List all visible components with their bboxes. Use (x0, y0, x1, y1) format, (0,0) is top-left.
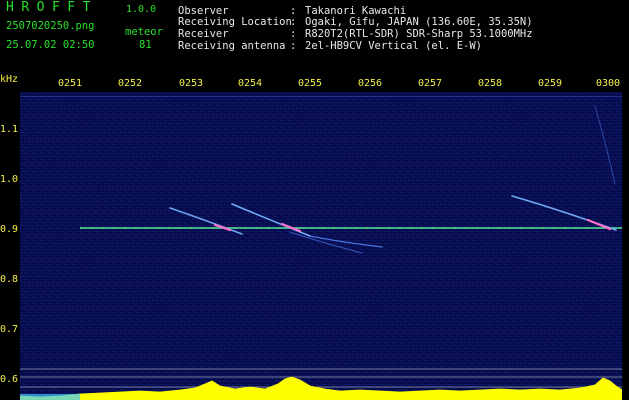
spectrogram (20, 92, 622, 400)
meteor-echo (231, 203, 383, 248)
frequency-axis: kHz 1.1 1.0 0.9 0.8 0.7 0.6 (0, 0, 20, 400)
signal-power-trace (20, 376, 622, 400)
receiver-label: Receiver (178, 28, 229, 40)
app-version: 1.0.0 (126, 4, 157, 15)
detection-label: meteor (125, 26, 163, 38)
time-tick-label: 0256 (358, 78, 383, 89)
signal-power-baseline (20, 394, 80, 400)
time-tick-label: 0259 (538, 78, 563, 89)
meteor-echo (511, 195, 617, 231)
separator: : (290, 40, 297, 52)
separator: : (290, 28, 297, 40)
antenna-label: Receiving antenna (178, 40, 286, 52)
freq-tick-label: 0.7 (0, 324, 19, 335)
freq-tick-label: 0.6 (0, 374, 19, 385)
freq-tick-label: 1.1 (0, 124, 19, 135)
separator: : (290, 16, 297, 28)
freq-tick-label: 0.9 (0, 224, 19, 235)
meteor-echo (594, 105, 616, 185)
time-tick-label: 0254 (238, 78, 263, 89)
time-tick-label: 0300 (596, 78, 621, 89)
time-tick-label: 0257 (418, 78, 443, 89)
time-tick-label: 0255 (298, 78, 323, 89)
detection-count: 81 (139, 39, 152, 51)
time-tick-label: 0251 (58, 78, 83, 89)
time-tick-label: 0253 (179, 78, 204, 89)
time-axis: 0251 0252 0253 0254 0255 0256 0257 0258 … (0, 78, 629, 92)
minute-tick-row (20, 96, 622, 97)
time-tick-label: 0258 (478, 78, 503, 89)
meteor-echo (169, 207, 243, 235)
freq-tick-label: 1.0 (0, 174, 19, 185)
freq-tick-label: 0.8 (0, 274, 19, 285)
location-label: Receiving Location (178, 16, 292, 28)
antenna-value: 2el-HB9CV Vertical (el. E-W) (305, 40, 483, 52)
spectrogram-canvas (20, 96, 622, 400)
receiver-value: R820T2(RTL-SDR) SDR-Sharp 53.1000MHz (305, 28, 533, 40)
time-tick-label: 0252 (118, 78, 143, 89)
location-value: Ogaki, Gifu, JAPAN (136.60E, 35.35N) (305, 16, 533, 28)
